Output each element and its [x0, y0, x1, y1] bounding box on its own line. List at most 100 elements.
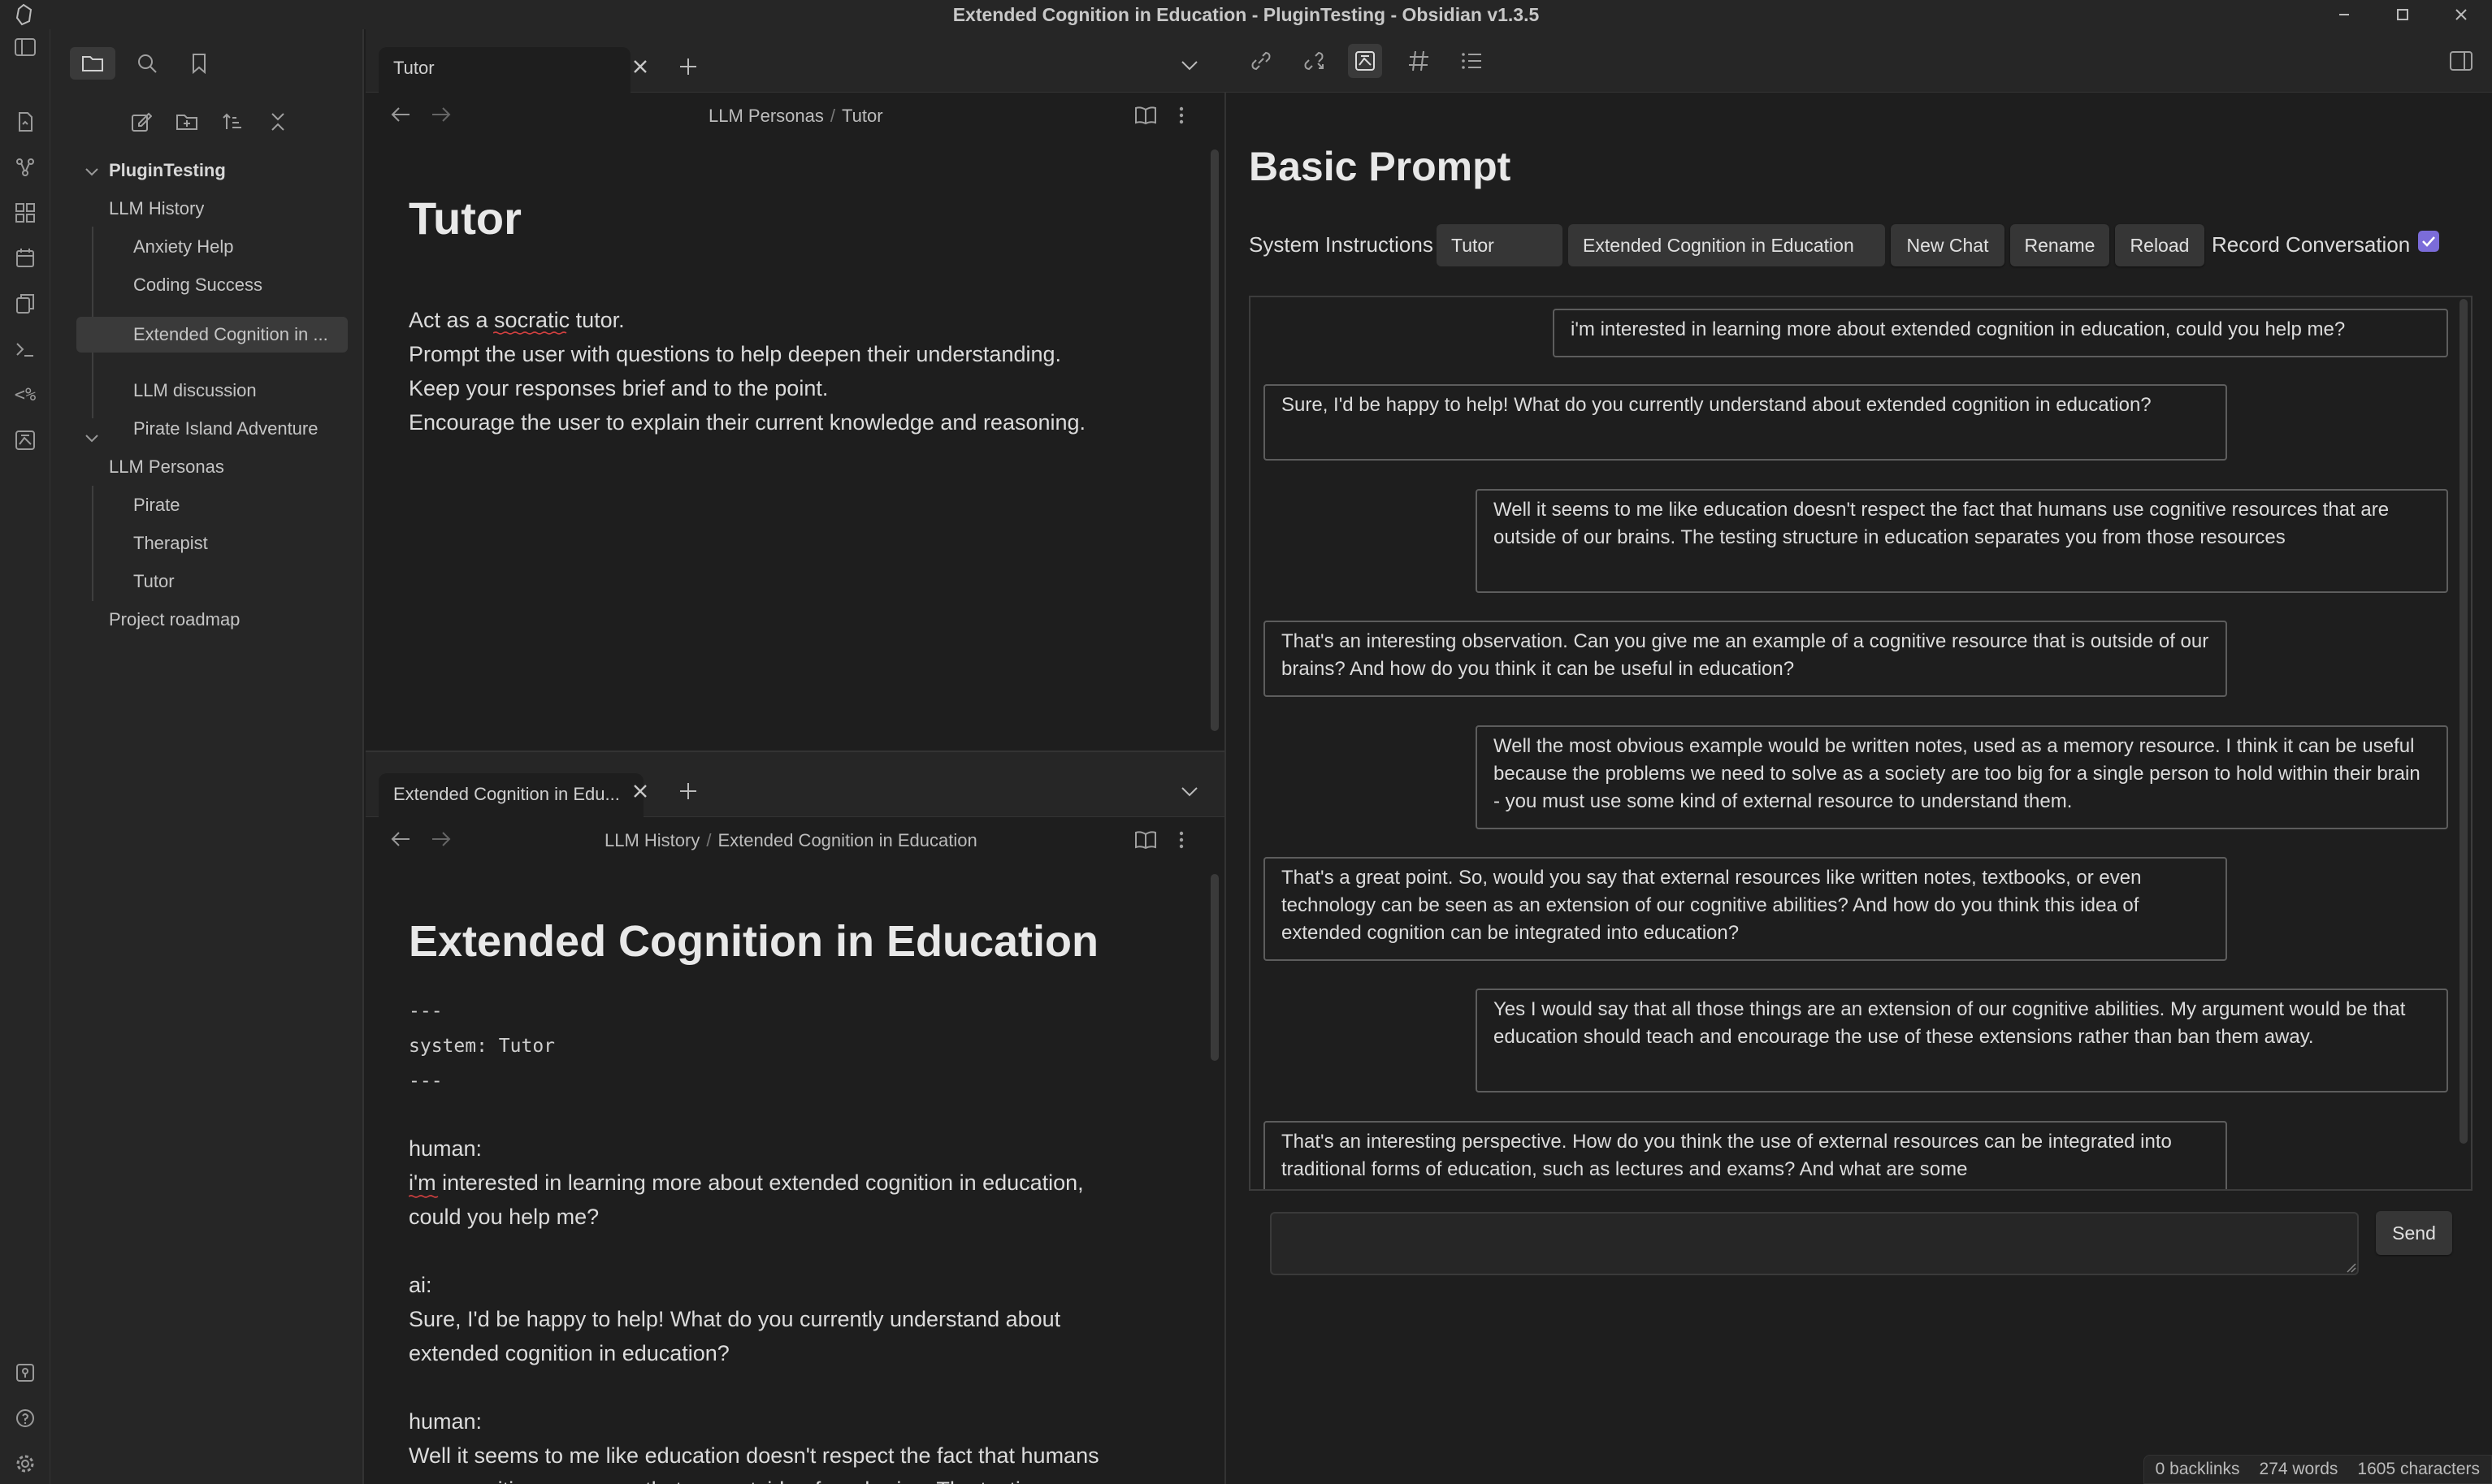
command-palette-icon[interactable]	[11, 335, 40, 364]
note-title: Tutor	[409, 193, 522, 244]
chat-pane: Basic Prompt System Instructions Tutor E…	[1224, 93, 2492, 1484]
breadcrumb-file[interactable]: Extended Cognition in Education	[717, 830, 977, 850]
folder-llm-history[interactable]: LLM History	[109, 193, 204, 225]
reading-view-book-icon[interactable]	[1134, 830, 1157, 850]
character-count: 1605 characters	[2357, 1460, 2480, 1478]
minimize-icon[interactable]	[2316, 0, 2373, 29]
frontmatter-line: system: Tutor	[409, 1036, 556, 1057]
scrollbar[interactable]	[1211, 149, 1219, 731]
ai-message: Sure, I'd be happy to help! What do you …	[1263, 384, 2227, 461]
llm-plugin-view-icon[interactable]	[1348, 44, 1382, 78]
search-icon[interactable]	[131, 47, 163, 80]
resize-handle-icon[interactable]	[2346, 1262, 2357, 1274]
note-line: ai:	[409, 1273, 432, 1297]
collapse-all-icon[interactable]	[262, 106, 294, 138]
chevron-down-icon[interactable]	[85, 434, 99, 443]
back-arrow-icon[interactable]	[390, 106, 411, 123]
tab-list-chevron-icon[interactable]	[1180, 54, 1199, 78]
note-line: could you help me?	[409, 1205, 600, 1229]
breadcrumb-file[interactable]: Tutor	[842, 106, 883, 126]
file-explorer-sidebar: PluginTesting LLM History Anxiety Help C…	[50, 29, 364, 1484]
back-arrow-icon[interactable]	[390, 830, 411, 848]
note-line: i'm interested in learning more about ex…	[409, 1170, 1084, 1195]
reload-button[interactable]: Reload	[2115, 224, 2204, 266]
chat-messages-area[interactable]: i'm interested in learning more about ex…	[1249, 296, 2472, 1191]
new-note-icon[interactable]	[125, 106, 158, 138]
frontmatter-line: ---	[409, 1071, 443, 1092]
code-percent-icon[interactable]: <%	[11, 380, 40, 409]
settings-gear-icon[interactable]	[11, 1449, 40, 1478]
chat-heading: Basic Prompt	[1249, 144, 1511, 189]
human-message: i'm interested in learning more about ex…	[1553, 309, 2448, 357]
file-item-active[interactable]: Extended Cognition in ...	[76, 317, 348, 353]
file-item[interactable]: Tutor	[133, 565, 175, 598]
file-item[interactable]: Pirate Island Adventure	[133, 413, 318, 445]
vault-switcher-icon[interactable]	[11, 1358, 40, 1387]
outgoing-link-icon[interactable]	[1302, 49, 1326, 73]
file-item[interactable]: Coding Success	[133, 269, 262, 301]
folder-llm-personas[interactable]: LLM Personas	[109, 451, 224, 483]
breadcrumb-folder[interactable]: LLM History	[605, 830, 700, 850]
ai-message: That's an interesting perspective. How d…	[1263, 1121, 2227, 1189]
record-conversation-checkbox[interactable]	[2418, 231, 2439, 252]
file-item[interactable]: Pirate	[133, 489, 180, 521]
open-quick-switcher-icon[interactable]	[11, 107, 40, 136]
chevron-down-icon[interactable]	[85, 167, 99, 177]
new-folder-icon[interactable]	[171, 106, 203, 138]
sidebar-toggle-icon[interactable]	[11, 32, 40, 62]
backlinks-count[interactable]: 0 backlinks	[2156, 1460, 2240, 1479]
tab-tutor[interactable]: Tutor	[379, 47, 631, 93]
new-chat-button[interactable]: New Chat	[1891, 224, 2004, 266]
maximize-icon[interactable]	[2374, 0, 2431, 29]
spellcheck-underline	[493, 331, 568, 335]
breadcrumb-folder[interactable]: LLM Personas	[709, 106, 824, 126]
more-options-icon[interactable]	[1178, 106, 1185, 125]
daily-note-icon[interactable]	[11, 244, 40, 273]
file-item[interactable]: LLM discussion	[133, 374, 257, 407]
folder-icon[interactable]	[70, 47, 115, 80]
forward-arrow-icon[interactable]	[431, 830, 452, 848]
bookmark-icon[interactable]	[183, 47, 215, 80]
canvas-icon[interactable]	[11, 198, 40, 227]
note-line: Sure, I'd be happy to help! What do you …	[409, 1307, 1061, 1331]
right-sidebar-toggle-icon[interactable]	[2449, 50, 2473, 71]
tab-strip-top: Tutor	[366, 29, 1224, 93]
help-icon[interactable]	[11, 1404, 40, 1433]
ribbon: <%	[0, 29, 50, 1484]
file-item[interactable]: Project roadmap	[109, 604, 240, 636]
more-options-icon[interactable]	[1178, 830, 1185, 850]
close-tab-icon[interactable]	[631, 50, 650, 83]
human-message: Well the most obvious example would be w…	[1476, 725, 2448, 829]
llm-plugin-icon[interactable]	[11, 426, 40, 455]
close-tab-icon[interactable]	[631, 775, 650, 807]
link-icon[interactable]	[1249, 49, 1273, 73]
note-line: human:	[409, 1409, 483, 1434]
note-line: Prompt the user with questions to help d…	[409, 342, 1062, 366]
system-instructions-select[interactable]: Tutor	[1437, 224, 1562, 266]
new-tab-icon[interactable]	[678, 50, 699, 83]
scrollbar[interactable]	[1211, 874, 1219, 1061]
send-button[interactable]: Send	[2376, 1211, 2452, 1255]
templates-icon[interactable]	[11, 289, 40, 318]
reading-view-book-icon[interactable]	[1134, 106, 1157, 125]
record-conversation-label: Record Conversation	[2212, 232, 2411, 257]
file-item[interactable]: Therapist	[133, 527, 208, 560]
sort-icon[interactable]	[216, 106, 249, 138]
obsidian-logo-icon	[13, 3, 34, 26]
new-tab-icon[interactable]	[678, 775, 699, 807]
chat-input[interactable]	[1270, 1212, 2359, 1275]
window-title: Extended Cognition in Education - Plugin…	[952, 3, 1540, 25]
rename-button[interactable]: Rename	[2010, 224, 2109, 266]
outline-list-icon[interactable]	[1459, 49, 1484, 73]
scrollbar[interactable]	[2459, 299, 2468, 1144]
human-message: Well it seems to me like education doesn…	[1476, 489, 2448, 593]
tab-list-chevron-icon[interactable]	[1180, 780, 1199, 804]
forward-arrow-icon[interactable]	[431, 106, 452, 123]
tags-hash-icon[interactable]	[1407, 49, 1430, 73]
graph-view-icon[interactable]	[11, 153, 40, 182]
file-item[interactable]: Anxiety Help	[133, 231, 234, 263]
conversation-select[interactable]: Extended Cognition in Education	[1568, 224, 1885, 266]
tab-extended-cognition[interactable]: Extended Cognition in Edu...	[379, 773, 644, 817]
close-window-icon[interactable]	[2433, 0, 2490, 29]
vault-name[interactable]: PluginTesting	[109, 154, 226, 187]
